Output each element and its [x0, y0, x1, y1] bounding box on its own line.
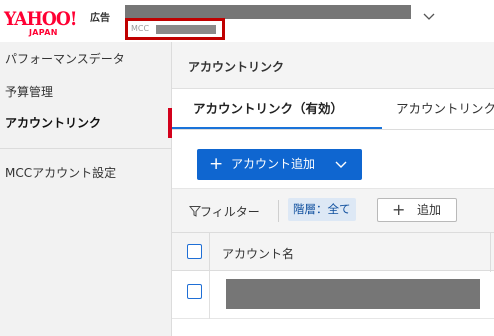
tab-account-link-active[interactable]: アカウントリンク（有効） [193, 90, 343, 129]
main-content: アカウントリンク アカウントリンク（有効） アカウントリンク + アカウント追加… [172, 42, 494, 336]
account-table: アカウント名 [172, 232, 494, 336]
app-root: YAHOO! JAPAN 広告 MCC パフォーマンスデータ 予算管理 アカウン… [0, 0, 494, 336]
filter-chip-hierarchy[interactable]: 階層：全て [288, 198, 356, 221]
sidebar: パフォーマンスデータ 予算管理 アカウントリンク MCCアカウント設定 [0, 42, 172, 336]
top-header: YAHOO! JAPAN 広告 MCC [0, 0, 494, 42]
account-name-redacted[interactable] [125, 5, 411, 19]
sidebar-item-label: 予算管理 [5, 85, 54, 99]
sidebar-item-budget[interactable]: 予算管理 [0, 77, 172, 107]
column-divider [209, 271, 210, 319]
plus-icon: + [209, 154, 224, 174]
add-account-button[interactable]: + アカウント追加 [197, 149, 362, 180]
sidebar-item-label: パフォーマンスデータ [5, 52, 125, 66]
logo-subtext: JAPAN [29, 28, 58, 37]
page-title: アカウントリンク [188, 60, 285, 74]
tab-bar: アカウントリンク（有効） アカウントリンク [172, 90, 494, 130]
add-filter-label: 追加 [417, 203, 442, 217]
column-divider [490, 233, 491, 272]
sidebar-item-label: MCCアカウント設定 [5, 166, 117, 180]
table-row [172, 271, 494, 319]
sidebar-divider [0, 148, 172, 149]
filter-divider [278, 200, 279, 222]
column-divider [209, 233, 210, 272]
active-tab-indicator [172, 127, 382, 129]
yahoo-japan-logo[interactable]: YAHOO! JAPAN [4, 9, 88, 39]
select-all-checkbox[interactable] [187, 244, 202, 259]
tab-account-link-other[interactable]: アカウントリンク [396, 90, 494, 129]
ad-product-label: 広告 [90, 13, 110, 24]
chevron-down-icon [335, 161, 347, 168]
mcc-id-redacted [156, 25, 216, 34]
sidebar-item-account-link[interactable]: アカウントリンク [0, 108, 172, 138]
sidebar-item-label: アカウントリンク [5, 116, 102, 130]
mcc-label: MCC [131, 24, 150, 33]
chevron-down-icon[interactable] [423, 12, 435, 22]
filter-button[interactable]: フィルター [200, 203, 260, 220]
plus-icon: + [392, 200, 406, 219]
sidebar-item-performance-data[interactable]: パフォーマンスデータ [0, 44, 172, 74]
table-header: アカウント名 [172, 232, 494, 272]
filter-bar: フィルター 階層：全て + 追加 [172, 188, 494, 232]
logo-wordmark: YAHOO! [4, 8, 77, 30]
account-name-redacted[interactable] [226, 279, 480, 309]
sidebar-item-mcc-settings[interactable]: MCCアカウント設定 [0, 158, 172, 188]
add-account-label: アカウント追加 [231, 157, 316, 171]
add-filter-button[interactable]: + 追加 [377, 198, 457, 222]
row-checkbox[interactable] [187, 284, 202, 299]
column-header-account-name[interactable]: アカウント名 [222, 245, 294, 262]
page-header: アカウントリンク [172, 42, 494, 89]
mcc-account-indicator[interactable]: MCC [125, 18, 225, 40]
